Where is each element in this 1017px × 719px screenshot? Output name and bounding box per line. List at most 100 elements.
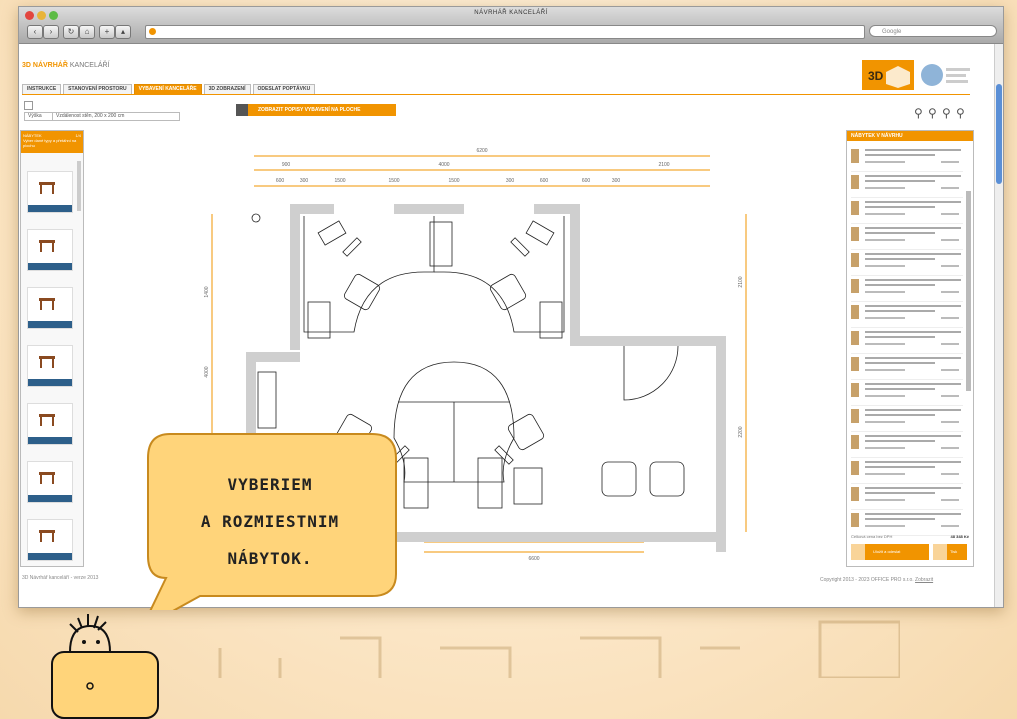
forward-icon[interactable]: › — [43, 25, 59, 39]
dimension-label: 2200 — [738, 426, 744, 437]
print-icon — [933, 544, 947, 560]
design-panel-heading: NÁBYTEK V NÁVRHU — [847, 131, 973, 141]
dimension-label: 600 — [582, 178, 591, 184]
floor-reflection — [218, 620, 900, 678]
design-list-item[interactable] — [851, 301, 963, 328]
copyright-text: Copyright 2013 - 2023 OFFICE PRO s.r.o. — [820, 577, 914, 583]
design-list-item[interactable] — [851, 171, 963, 198]
design-list-item[interactable] — [851, 431, 963, 458]
site-favicon-icon — [149, 28, 156, 35]
total-value: 48 348 Kč — [950, 534, 969, 539]
dimension-label: 300 — [506, 178, 515, 184]
dimension-label: 300 — [300, 178, 309, 184]
furniture-thumb-icon — [851, 227, 859, 241]
catalog-item-caption — [28, 379, 72, 386]
design-list-item[interactable] — [851, 223, 963, 250]
save-send-button[interactable]: Uložit a odeslat — [851, 544, 929, 560]
design-list-item[interactable] — [851, 457, 963, 484]
desk-icon — [39, 472, 55, 484]
search-input[interactable]: Google — [869, 25, 997, 37]
desk-icon — [39, 356, 55, 368]
desk-icon — [39, 240, 55, 252]
tab-underline — [22, 94, 970, 95]
furniture-thumb-icon — [851, 331, 859, 345]
desk-icon — [39, 298, 55, 310]
catalog-item-caption — [28, 263, 72, 270]
design-list-item[interactable] — [851, 249, 963, 276]
catalog-item[interactable] — [27, 287, 73, 329]
furniture-thumb-icon — [851, 513, 859, 527]
catalog-item-caption — [28, 437, 72, 444]
furniture-thumb-icon — [851, 149, 859, 163]
desk-icon — [39, 530, 55, 542]
home-icon[interactable]: ⌂ — [79, 25, 95, 39]
design-list-item[interactable] — [851, 483, 963, 510]
catalog-item[interactable] — [27, 229, 73, 271]
desk-icon — [39, 182, 55, 194]
furniture-thumb-icon — [851, 305, 859, 319]
catalog-item[interactable] — [27, 461, 73, 503]
catalog-scrollbar[interactable] — [77, 161, 81, 211]
save-icon — [851, 544, 865, 560]
show-labels-button[interactable]: ZOBRAZIT POPISY VYBAVENÍ NA PLOCHE — [236, 104, 396, 116]
furniture-thumb-icon — [851, 409, 859, 423]
furniture-thumb-icon — [851, 357, 859, 371]
share-icon[interactable]: ▴ — [115, 25, 131, 39]
page-scrollbar-thumb[interactable] — [996, 84, 1002, 184]
app-title-rest: KANCELÁŘÍ — [67, 62, 110, 69]
page-scrollbar[interactable] — [994, 44, 1003, 607]
dimension-label: 900 — [282, 162, 291, 168]
furniture-thumb-icon — [851, 461, 859, 475]
grid-toggle-icon[interactable] — [24, 101, 33, 110]
bookmark-icon[interactable]: + — [99, 25, 115, 39]
zoom-out-icon[interactable]: ⚲ — [928, 106, 937, 120]
design-list-item[interactable] — [851, 275, 963, 302]
dimension-label: 600 — [540, 178, 549, 184]
design-list-item[interactable] — [851, 327, 963, 354]
design-list-scrollbar[interactable] — [966, 191, 971, 391]
dimension-label: 2100 — [658, 162, 669, 168]
design-list-item[interactable] — [851, 145, 963, 172]
url-bar[interactable] — [145, 25, 865, 39]
bubble-text: VYBERIEM A ROZMIESTNIM NÁBYTOK. — [150, 466, 390, 577]
wall-distance-select[interactable]: Vzdálenost stěn, 200 x 200 cm — [52, 112, 180, 121]
copyright-link[interactable]: Zobrazit — [915, 577, 933, 583]
catalog-item-caption — [28, 495, 72, 502]
catalog-item-caption — [28, 205, 72, 212]
catalog-item[interactable] — [27, 345, 73, 387]
back-icon[interactable]: ‹ — [27, 25, 43, 39]
design-list-item[interactable] — [851, 353, 963, 380]
dimension-label: 4000 — [204, 366, 210, 377]
dimension-label: 6600 — [528, 556, 539, 562]
print-label: Tisk — [950, 549, 958, 554]
zoom-in-icon[interactable]: ⚲ — [914, 106, 923, 120]
dimension-label: 1400 — [204, 286, 210, 297]
catalog-item[interactable] — [27, 519, 73, 561]
design-list-item[interactable] — [851, 197, 963, 224]
catalog-item[interactable] — [27, 403, 73, 445]
design-list-item[interactable] — [851, 405, 963, 432]
design-furniture-panel: NÁBYTEK V NÁVRHU Celková cena bez DPH 48… — [846, 130, 974, 567]
reload-icon[interactable]: ↻ — [63, 25, 79, 39]
dimension-label: 1500 — [388, 178, 399, 184]
furniture-thumb-icon — [851, 175, 859, 189]
desk-icon — [39, 414, 55, 426]
catalog-item[interactable] — [27, 171, 73, 213]
catalog-item-caption — [28, 553, 72, 560]
labels-icon — [236, 104, 248, 116]
copyright: Copyright 2013 - 2023 OFFICE PRO s.r.o. … — [820, 577, 933, 583]
svg-text:3D: 3D — [868, 69, 884, 83]
window-title: NÁVRHÁŘ KANCELÁŘÍ — [474, 10, 548, 16]
zoom-fit-icon[interactable]: ⚲ — [942, 106, 951, 120]
dimension-label: 1500 — [448, 178, 459, 184]
title-bar: NÁVRHÁŘ KANCELÁŘÍ ‹ › ↻ ⌂ + ▴ Google — [19, 7, 1003, 44]
app-title-bold: 3D NÁVRHÁŘ — [22, 62, 68, 69]
design-list-item[interactable] — [851, 379, 963, 406]
zoom-reset-icon[interactable]: ⚲ — [956, 106, 965, 120]
save-send-label: Uložit a odeslat — [873, 549, 901, 554]
catalog-item-caption — [28, 321, 72, 328]
print-button[interactable]: Tisk — [933, 544, 967, 560]
catalog-header: NÁBYTEK 1/4 Vyber dané typy a přetáhni n… — [21, 131, 83, 153]
dimension-label: 600 — [276, 178, 285, 184]
app-version: 3D Návrhář kanceláří - verze 2013 — [22, 575, 99, 581]
